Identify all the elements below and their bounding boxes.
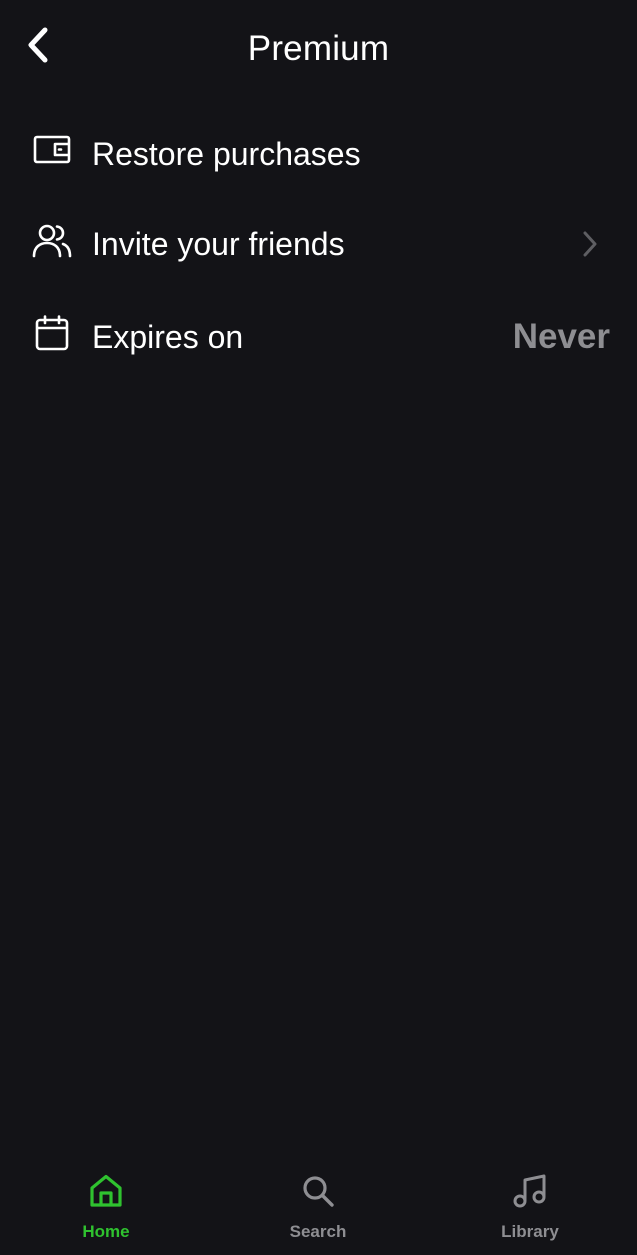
users-icon [32,221,72,261]
nav-search-label: Search [289,1222,347,1241]
bottom-navigation: Home Search Library [0,1155,637,1255]
nav-library[interactable]: Library [424,1155,636,1255]
invite-friends-row[interactable]: Invite your friends [0,204,637,284]
expires-on-row: Expires on Never [0,296,637,376]
calendar-icon [32,313,72,353]
nav-library-label: Library [501,1222,559,1241]
chevron-right-icon [579,229,601,259]
nav-home-label: Home [82,1222,130,1241]
music-note-icon [512,1173,548,1214]
wallet-icon [32,130,72,170]
header: Premium [0,0,637,100]
nav-search[interactable]: Search [212,1155,424,1255]
expires-on-label: Expires on [92,319,244,355]
invite-friends-label: Invite your friends [92,226,345,262]
restore-purchases-row[interactable]: Restore purchases [0,114,637,194]
restore-purchases-label: Restore purchases [92,136,361,172]
page-title: Premium [247,29,390,68]
home-icon [88,1173,124,1214]
expiry-value: Never [512,317,610,356]
search-icon [301,1174,335,1213]
nav-home[interactable]: Home [0,1155,212,1255]
